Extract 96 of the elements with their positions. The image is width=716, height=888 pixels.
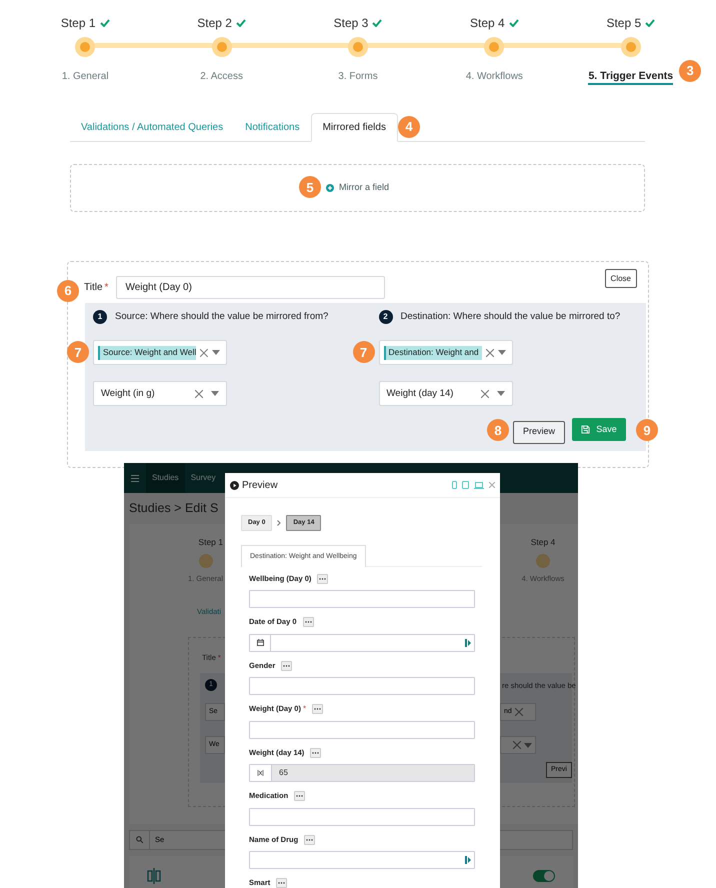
title-field[interactable]: Weight (Day 0) [116,276,386,299]
more-button[interactable] [294,791,306,801]
close-icon[interactable] [489,482,495,488]
search-icon [136,836,143,844]
check-icon [100,19,110,27]
caret-icon [212,350,220,356]
tab[interactable]: Validations / Automated Queries [70,113,234,142]
annotation-badge: 7 [67,341,89,364]
clear-icon [513,741,521,750]
tab[interactable]: Notifications [234,113,311,142]
plus-circle-icon [326,184,334,192]
text-field[interactable] [249,808,475,826]
step-number: 2 [378,310,392,324]
arrow-tag-icon [465,856,471,864]
close-button[interactable]: Close [604,269,637,288]
title-label: Title [84,281,103,295]
number-field[interactable]: 65 [249,764,475,782]
annotation-badge: 3 [679,60,702,82]
clear-icon [200,348,208,357]
toggle-switch[interactable] [533,870,555,882]
step-caption[interactable]: 4. Workflows [466,71,523,82]
laptop-icon[interactable] [474,482,484,488]
chevron-icon [277,520,282,526]
step-number: 1 [93,310,107,324]
step-caption[interactable]: 5. Trigger Events [588,70,674,85]
form-select[interactable]: Destination: Weight and [378,340,512,366]
column-heading: Source: Where should the value be mirrored from? [115,310,328,324]
annotation-badge: 8 [486,419,509,442]
text-field[interactable] [249,590,475,608]
check-icon [645,19,656,27]
field-value: 65 [279,767,288,779]
step-caption[interactable]: 2. Access [200,71,243,82]
check-icon [236,19,246,27]
text-field[interactable] [249,720,475,738]
more-button[interactable] [302,617,314,627]
more-button[interactable] [281,660,292,670]
annotation-badge: 5 [298,176,321,198]
step-label: Step 2 [197,15,232,32]
nav-item[interactable]: Studies [146,463,185,493]
step-caption[interactable]: 3. Forms [338,71,378,82]
annotation-badge: 7 [352,341,374,364]
nav-item[interactable]: Survey [184,463,222,493]
more-button[interactable] [304,834,316,844]
arrow-tag-icon [465,638,471,646]
tablet-icon[interactable] [462,481,469,489]
number-icon [257,770,264,776]
clear-icon [195,390,203,398]
select-tag: Source: Weight and Well [98,346,196,360]
step-label: Step 5 [606,15,642,32]
phone-icon[interactable] [452,481,457,489]
select-value: Weight (in g) [101,386,155,401]
select-value: Weight (day 14) [386,386,454,401]
step-label: Step 1 [60,15,96,32]
mirror-icon [147,868,161,884]
play-icon [230,480,239,490]
select-tag: Destination: Weight and [384,346,482,360]
step-label: Step 4 [470,15,505,32]
more-button[interactable] [312,704,324,714]
annotation-badge: 9 [636,419,658,442]
save-button[interactable]: Save [572,418,626,442]
lookup-field[interactable] [249,851,475,869]
calendar-icon [256,639,264,646]
step-label: Step 4 [530,536,556,548]
annotation-badge: 4 [398,116,420,138]
more-button[interactable] [310,748,322,758]
preview-button[interactable]: Preview [512,420,565,444]
text-field[interactable] [249,677,475,695]
caret-icon [496,391,504,396]
check-icon [508,19,519,27]
clear-icon [480,390,488,398]
check-icon [372,19,382,27]
clear-icon [514,708,523,716]
more-button[interactable] [276,878,288,888]
caret-icon [211,391,219,396]
floppy-icon [581,425,590,434]
field-select[interactable]: Weight (in g) [93,381,227,406]
tab[interactable]: Mirrored fields [310,113,398,142]
mirror-field-button[interactable]: Mirror a field [326,181,389,195]
step-label: Step 3 [334,15,368,32]
step-caption[interactable]: 1. General [62,71,109,82]
date-field[interactable] [249,634,475,652]
dialog-title: Preview [242,478,278,492]
field-select[interactable] [500,736,536,754]
caret-icon [524,742,532,748]
required-mark: * [104,281,108,295]
step-label: Step 1 [198,536,223,548]
clear-icon [486,348,494,357]
form-select[interactable]: Source: Weight and Well [93,340,227,366]
annotation-badge: 6 [57,280,79,302]
field-select[interactable]: Weight (day 14) [378,381,512,406]
page-heading: Studies > Edit S [129,500,220,517]
caret-icon [498,350,506,356]
more-button[interactable] [317,574,328,584]
column-heading: Destination: Where should the value be mirrored to? [400,310,620,324]
menu-icon[interactable] [131,474,139,482]
required-mark: * [302,703,306,715]
